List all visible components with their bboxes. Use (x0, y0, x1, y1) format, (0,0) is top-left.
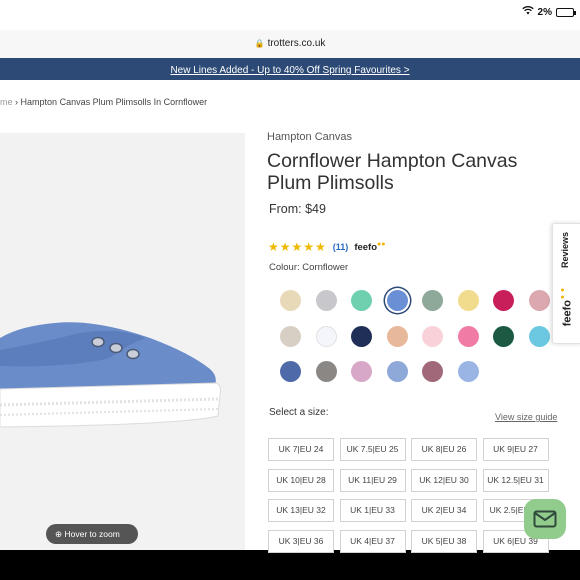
size-option-button[interactable]: UK 2|EU 34 (411, 499, 477, 522)
colour-swatch[interactable] (422, 361, 443, 382)
colour-swatch[interactable] (493, 325, 514, 347)
feefo-logo-text: feefo (354, 242, 378, 254)
colour-swatch[interactable] (457, 361, 479, 382)
size-option-button[interactable]: UK 11|EU 29 (339, 468, 406, 492)
mail-icon (533, 510, 557, 528)
size-option-button[interactable]: UK 10|EU 28 (268, 468, 334, 492)
colour-swatch[interactable] (315, 361, 337, 382)
reviews-tab[interactable]: Reviews feefo●● (552, 223, 580, 344)
size-option-button[interactable]: UK 13|EU 32 (268, 499, 334, 522)
colour-swatch[interactable] (280, 325, 301, 347)
reviews-tab-logo-text: feefo (561, 300, 574, 327)
size-label: Select a size: (269, 407, 329, 418)
url-text: trotters.co.uk (267, 38, 326, 49)
colour-swatch[interactable] (386, 325, 408, 347)
colour-swatch[interactable] (315, 290, 337, 311)
url-bar[interactable]: 🔒 trotters.co.uk (0, 30, 580, 58)
size-guide-link[interactable]: View size guide (495, 412, 557, 422)
zoom-label: Hover to zoom (64, 529, 120, 539)
colour-swatch[interactable] (280, 290, 301, 311)
promo-banner: New Lines Added - Up to 40% Off Spring F… (0, 58, 580, 80)
size-option-button[interactable]: UK 5|EU 38 (411, 529, 477, 553)
product-title: Cornflower Hampton Canvas Plum Plimsolls (267, 150, 518, 194)
status-bar: 2% (0, 0, 580, 30)
colour-swatch[interactable] (528, 325, 550, 347)
rating[interactable]: ★★★★★ (11) feefo●● (268, 240, 385, 254)
feefo-logo: feefo●● (354, 240, 386, 254)
reviews-tab-label: Reviews (560, 232, 570, 269)
colour-swatch[interactable] (422, 325, 443, 347)
review-count[interactable]: (11) (333, 242, 349, 252)
colour-swatch[interactable] (457, 325, 479, 347)
colour-label: Colour: Cornflower (269, 262, 349, 273)
size-option-button[interactable]: UK 8|EU 26 (411, 438, 477, 461)
battery-icon (556, 7, 576, 17)
size-option-button[interactable]: UK 4|EU 37 (339, 529, 406, 553)
colour-swatch[interactable] (422, 290, 443, 311)
hover-to-zoom: ⊕ Hover to zoom (46, 524, 138, 544)
colour-swatch[interactable] (351, 361, 372, 382)
lock-icon: 🔒 (254, 39, 265, 48)
breadcrumb-separator: › (15, 97, 19, 107)
shoe-illustration (0, 133, 245, 550)
size-option-button[interactable]: UK 1|EU 33 (339, 499, 406, 522)
colour-swatch[interactable] (386, 361, 408, 382)
status-right: 2% (521, 6, 576, 18)
size-option-button[interactable]: UK 7|EU 24 (268, 438, 334, 461)
colour-swatch[interactable] (493, 290, 514, 311)
breadcrumb-home[interactable]: me (0, 97, 13, 107)
colour-swatch-selected[interactable] (386, 290, 408, 311)
wifi-icon (521, 6, 534, 18)
colour-swatch[interactable] (315, 325, 337, 347)
promo-link[interactable]: New Lines Added - Up to 40% Off Spring F… (170, 65, 409, 76)
size-option-button[interactable]: UK 9|EU 27 (482, 438, 549, 461)
size-option-button[interactable]: UK 12|EU 30 (411, 468, 477, 492)
colour-swatch[interactable] (457, 290, 479, 311)
size-option-button[interactable]: UK 3|EU 36 (268, 529, 334, 553)
product-brand[interactable]: Hampton Canvas (267, 131, 352, 143)
size-option-button[interactable]: UK 12.5|EU 31 (482, 468, 549, 492)
colour-swatch[interactable] (528, 290, 550, 311)
size-option-button[interactable]: UK 7.5|EU 25 (339, 438, 406, 461)
battery-percent: 2% (537, 6, 552, 18)
chat-button[interactable] (524, 499, 566, 539)
zoom-icon: ⊕ (55, 529, 63, 539)
product-image[interactable] (0, 133, 245, 550)
breadcrumb-current: Hampton Canvas Plum Plimsolls In Cornflo… (20, 97, 208, 107)
colour-swatch[interactable] (280, 361, 301, 382)
colour-swatch[interactable] (351, 290, 372, 311)
product-price: From: $49 (269, 202, 326, 216)
colour-swatch[interactable] (351, 325, 372, 347)
reviews-tab-feefo-logo: feefo●● (559, 286, 574, 327)
breadcrumb: me › Hampton Canvas Plum Plimsolls In Co… (0, 97, 207, 107)
star-rating-icon: ★★★★★ (268, 240, 327, 254)
